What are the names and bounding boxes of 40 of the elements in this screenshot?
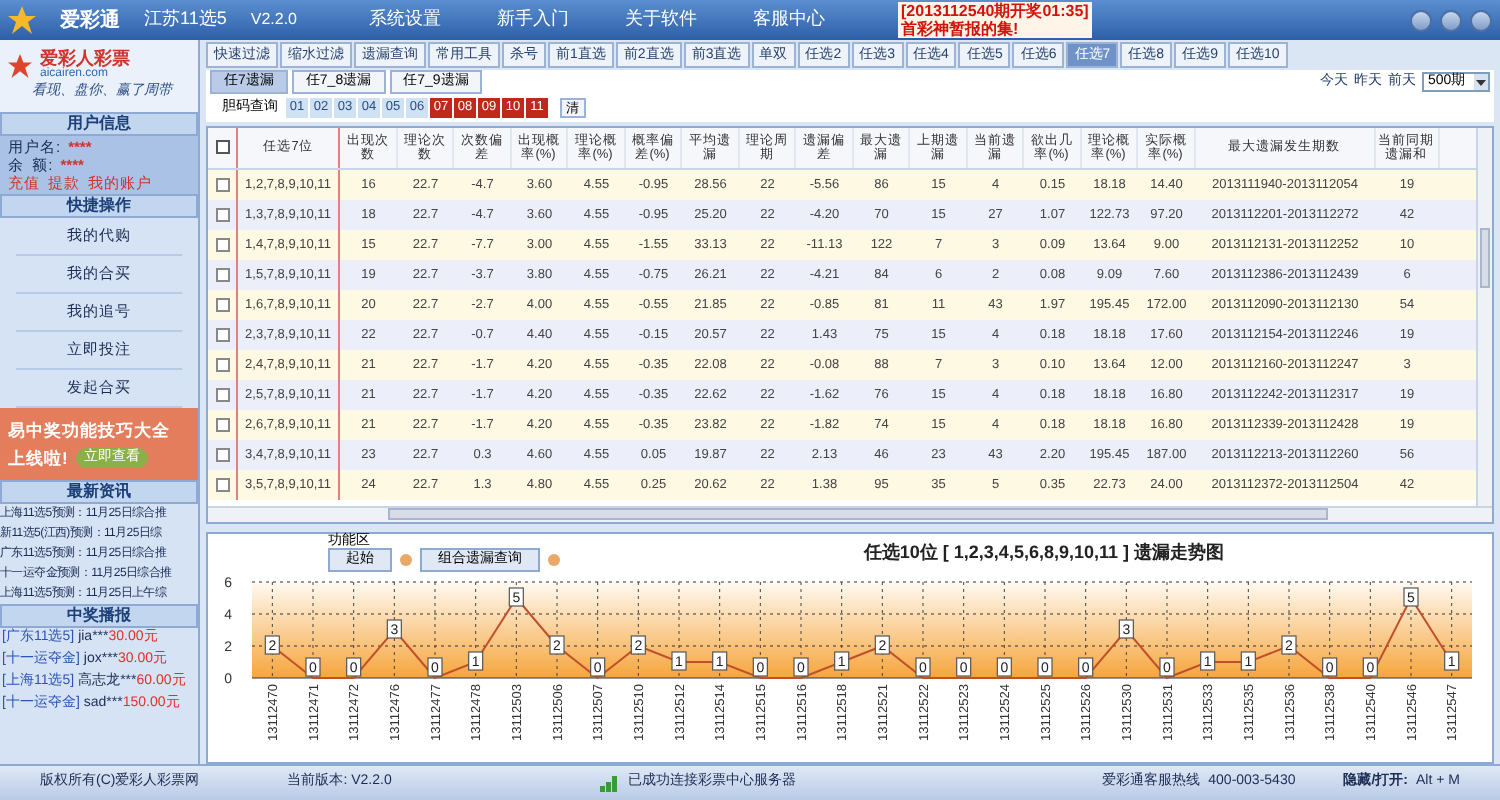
help-icon[interactable]	[400, 554, 412, 567]
star-logo-icon	[8, 53, 32, 78]
help-icon[interactable]	[548, 554, 560, 567]
caret-icon	[1474, 74, 1488, 91]
menu-item[interactable]: 系统设置	[369, 6, 441, 34]
select-all-checkbox[interactable]	[215, 140, 229, 155]
menu-item[interactable]: 关于软件	[625, 6, 697, 34]
section-header[interactable]: 最新资讯	[0, 480, 198, 504]
row-checkbox[interactable]	[215, 177, 229, 192]
signal-icon	[599, 774, 620, 792]
lottery-name: 江苏11选5	[144, 6, 227, 33]
row-checkbox[interactable]	[215, 207, 229, 222]
notice-text: [2013112540期开奖01:35]	[901, 2, 1089, 20]
row-checkbox[interactable]	[215, 327, 229, 342]
row-checkbox[interactable]	[215, 267, 229, 282]
section-header[interactable]: 中奖播报	[0, 604, 198, 628]
horizontal-scrollbar[interactable]	[208, 505, 1492, 522]
close-icon[interactable]	[1470, 9, 1492, 31]
version-text: V2.2.0	[250, 8, 297, 32]
ad-text: 易中奖功能技巧大全	[8, 417, 172, 443]
menu-item[interactable]: 新手入门	[497, 6, 569, 34]
row-checkbox[interactable]	[215, 447, 229, 462]
star-logo-icon	[8, 6, 36, 34]
row-checkbox[interactable]	[215, 417, 229, 432]
notice-text: 首彩神暂报的集!	[901, 20, 1021, 38]
maximize-icon[interactable]	[1440, 9, 1462, 31]
ad-text: 上线啦!	[8, 445, 68, 471]
menu-item[interactable]: 客服中心	[753, 6, 825, 34]
logo-name: 爱彩人彩票	[40, 49, 130, 66]
row-checkbox[interactable]	[215, 387, 229, 402]
app-name: 爱彩通	[60, 7, 120, 35]
minimize-icon[interactable]	[1410, 9, 1432, 31]
vertical-scrollbar[interactable]	[1476, 127, 1492, 506]
row-checkbox[interactable]	[215, 357, 229, 372]
row-checkbox[interactable]	[215, 477, 229, 492]
row-checkbox[interactable]	[215, 237, 229, 252]
section-header[interactable]: 用户信息	[0, 112, 198, 136]
section-header[interactable]: 快捷操作	[0, 194, 198, 218]
chart-title: 任选10位 [ 1,2,3,4,5,6,8,9,10,11 ] 遗漏走势图	[863, 539, 1224, 566]
row-checkbox[interactable]	[215, 297, 229, 312]
